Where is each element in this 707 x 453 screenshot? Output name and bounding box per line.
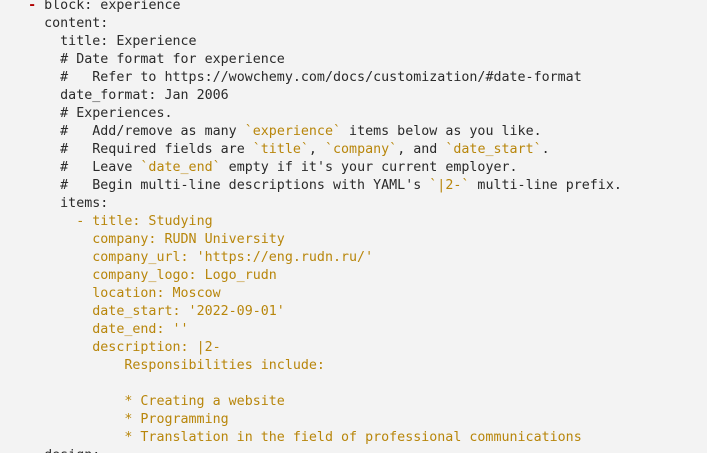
code-line[interactable]: location: Moscow (12, 285, 221, 303)
code-token: * Translation in the field of profession… (124, 430, 582, 445)
code-token: # Experiences. (60, 106, 173, 121)
code-token: # Date format for experience (60, 52, 285, 67)
code-line[interactable]: # Begin multi-line descriptions with YAM… (12, 177, 622, 195)
code-token: block: experience (44, 0, 181, 13)
code-token: items below as you like. (341, 124, 542, 139)
code-line[interactable]: * Creating a website (12, 393, 285, 411)
code-line[interactable]: title: Experience (12, 33, 197, 51)
code-line[interactable]: - title: Studying (12, 213, 213, 231)
code-token: # Begin multi-line descriptions with YAM… (60, 178, 430, 193)
code-token: empty if it's your current employer. (220, 160, 518, 175)
code-line[interactable]: # Required fields are `title`, `company`… (12, 141, 550, 159)
code-line[interactable]: company: RUDN University (12, 231, 285, 249)
code-token: `experience` (244, 124, 342, 139)
code-token: items: (60, 196, 109, 211)
code-token: title: Experience (60, 34, 197, 49)
code-token: date_end: '' (92, 322, 189, 337)
code-token: title: Studying (92, 214, 213, 229)
code-token: * Creating a website (124, 394, 285, 409)
code-line[interactable]: # Date format for experience (12, 51, 285, 69)
code-token: location: Moscow (92, 286, 221, 301)
code-line[interactable]: content: (12, 15, 108, 33)
code-line[interactable]: date_start: '2022-09-01' (12, 303, 285, 321)
code-token: company: RUDN University (92, 232, 285, 247)
code-token: , (308, 142, 325, 157)
code-line[interactable]: # Refer to https://wowchemy.com/docs/cus… (12, 69, 582, 87)
code-token: `date_start` (445, 142, 542, 157)
code-token: . (541, 142, 550, 157)
code-token: # Required fields are (60, 142, 253, 157)
code-line[interactable]: # Leave `date_end` empty if it's your cu… (12, 159, 518, 177)
code-editor[interactable]: - block: experience content: title: Expe… (0, 0, 707, 453)
code-line[interactable]: * Translation in the field of profession… (12, 429, 582, 447)
code-token: multi-line prefix. (469, 178, 622, 193)
code-line[interactable]: date_end: '' (12, 321, 189, 339)
code-token: content: (28, 16, 109, 31)
code-line[interactable]: company_url: 'https://eng.rudn.ru/' (12, 249, 373, 267)
code-token: Responsibilities include: (124, 358, 325, 373)
code-line[interactable]: - block: experience (12, 0, 181, 15)
code-token: - (76, 214, 93, 229)
code-line[interactable]: description: |2- (12, 339, 221, 357)
code-token: # Leave (60, 160, 141, 175)
code-token: `date_end` (140, 160, 221, 175)
code-token: description: |2- (92, 340, 221, 355)
list-dash-marker: - (28, 0, 45, 13)
code-token: # Refer to https://wowchemy.com/docs/cus… (60, 70, 582, 85)
code-token: `company` (324, 142, 398, 157)
code-token: company_url: 'https://eng.rudn.ru/' (92, 250, 374, 265)
code-token: design: (44, 448, 100, 453)
code-token: date_start: '2022-09-01' (92, 304, 285, 319)
code-line[interactable]: date_format: Jan 2006 (12, 87, 229, 105)
code-line[interactable]: * Programming (12, 411, 229, 429)
code-token: `|2-` (429, 178, 470, 193)
code-token: date_format: Jan 2006 (60, 88, 229, 103)
code-line[interactable]: items: (12, 195, 108, 213)
code-token: # Add/remove as many (60, 124, 245, 139)
code-token: `title` (252, 142, 309, 157)
code-token: company_logo: Logo_rudn (92, 268, 277, 283)
code-line[interactable]: # Add/remove as many `experience` items … (12, 123, 542, 141)
code-line[interactable]: company_logo: Logo_rudn (12, 267, 277, 285)
code-line[interactable]: design: (12, 447, 100, 453)
code-line[interactable]: Responsibilities include: (12, 357, 325, 375)
code-token: * Programming (124, 412, 229, 427)
code-token: , and (397, 142, 446, 157)
code-line[interactable]: # Experiences. (12, 105, 173, 123)
